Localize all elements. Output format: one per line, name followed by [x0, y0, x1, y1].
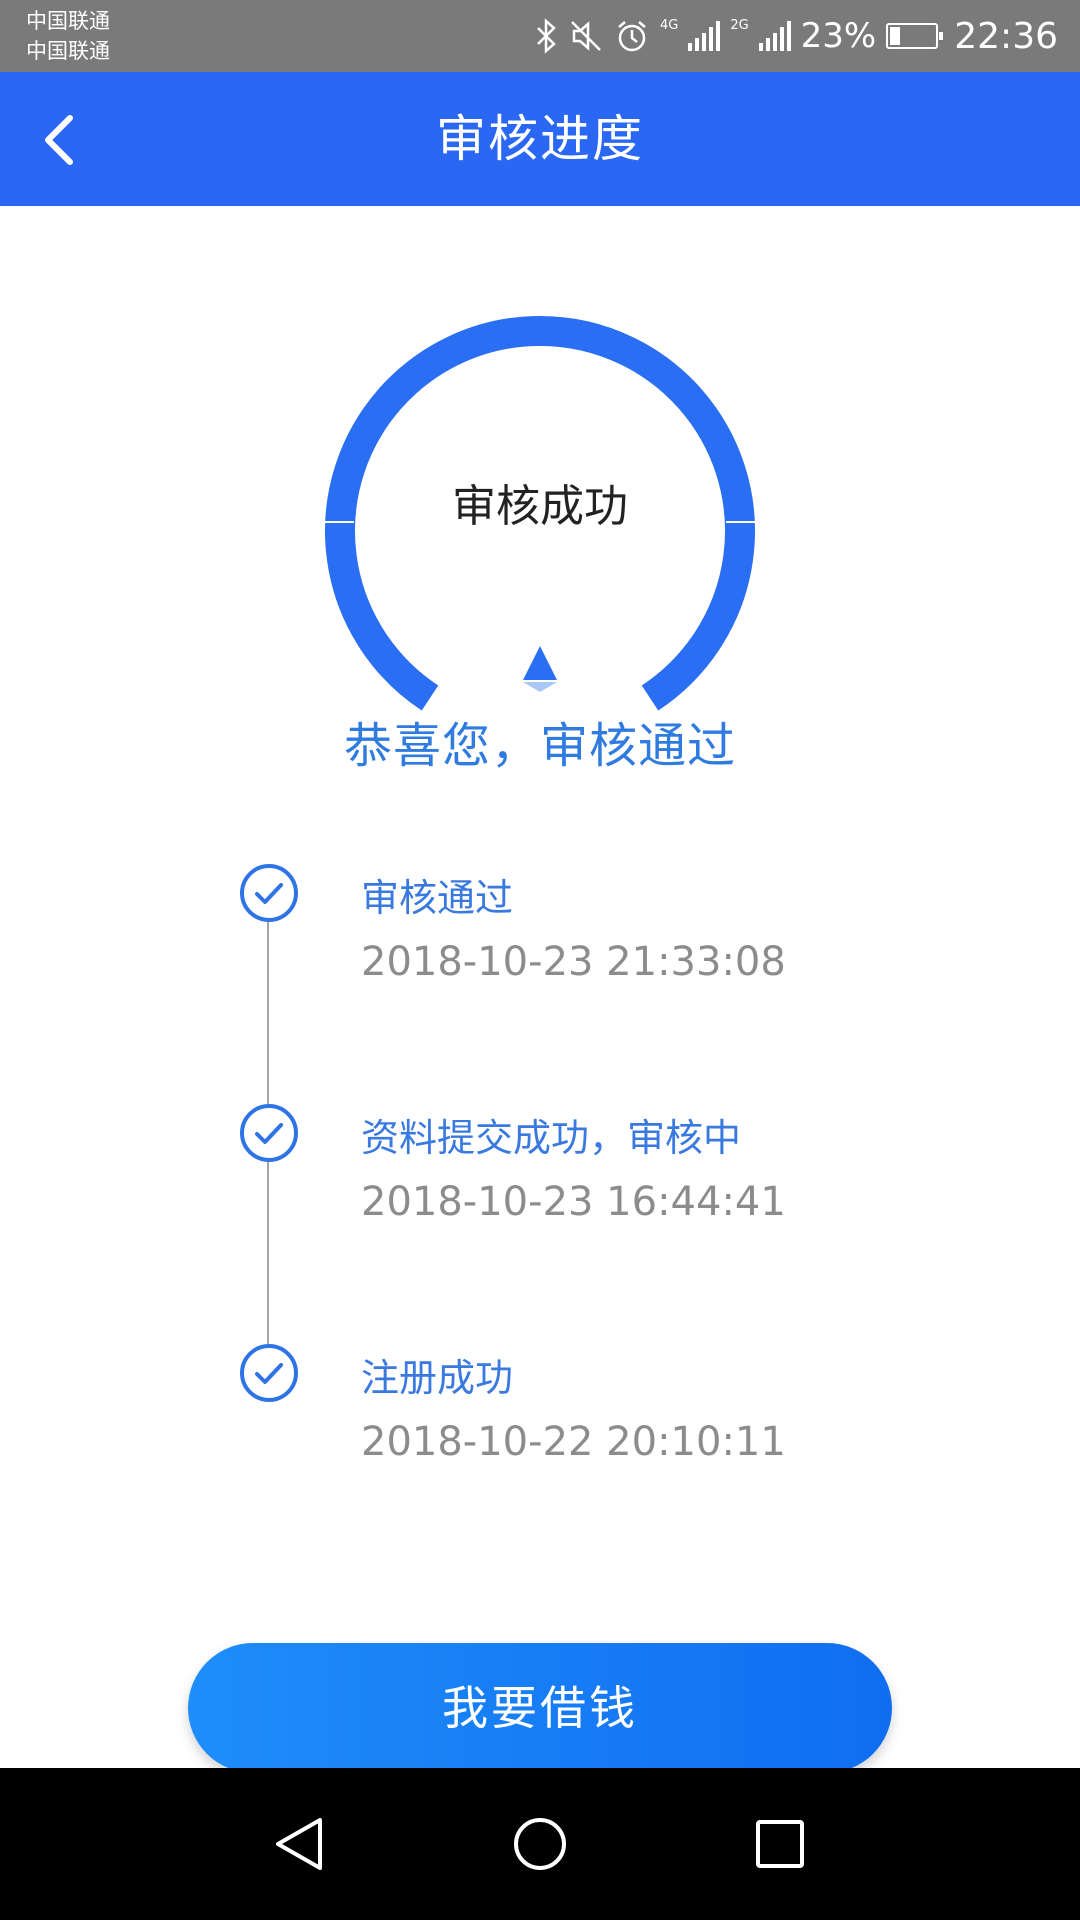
gauge-pointer-icon — [523, 646, 557, 680]
status-bar: 中国联通 中国联通 4G 2G 23% 22:36 — [0, 0, 1080, 72]
mute-icon — [571, 21, 601, 51]
timeline-item-title: 审核通过 — [361, 876, 514, 920]
success-message: 恭喜您，审核通过 — [343, 718, 736, 774]
timeline-connector — [267, 920, 269, 1354]
timeline-item-time: 2018-10-22 20:10:11 — [361, 1419, 786, 1465]
back-triangle-icon[interactable] — [260, 1804, 340, 1884]
app-header: 审核进度 — [0, 72, 1080, 206]
timeline-item-title: 资料提交成功，审核中 — [361, 1116, 742, 1160]
progress-timeline: 审核通过 2018-10-23 21:33:08 资料提交成功，审核中 2018… — [0, 0, 1080, 1920]
check-circle-icon — [240, 1344, 298, 1402]
battery-level-fill — [890, 27, 901, 45]
carrier-2-label: 中国联通 — [26, 39, 110, 63]
timeline-item-title: 注册成功 — [361, 1356, 514, 1400]
system-nav-bar — [0, 1768, 1080, 1920]
home-circle-icon[interactable] — [500, 1804, 580, 1884]
check-circle-icon — [240, 864, 298, 922]
gauge-pointer-shadow — [523, 682, 557, 692]
timeline-item-time: 2018-10-23 16:44:41 — [361, 1179, 786, 1225]
bluetooth-icon — [537, 18, 556, 54]
timeline-item: 审核通过 2018-10-23 21:33:08 — [0, 863, 1080, 1023]
borrow-button[interactable]: 我要借钱 — [188, 1643, 892, 1773]
signal-icon — [758, 21, 791, 51]
carrier-block: 中国联通 中国联通 — [26, 6, 110, 66]
carrier-1-label: 中国联通 — [26, 9, 110, 33]
battery-icon — [886, 23, 944, 49]
status-icons: 4G 2G 23% 22:36 — [534, 0, 1058, 72]
timeline-item: 资料提交成功，审核中 2018-10-23 16:44:41 — [0, 1103, 1080, 1263]
network-1-label: 4G — [659, 18, 679, 33]
timeline-item: 注册成功 2018-10-22 20:10:11 — [0, 1343, 1080, 1503]
timeline-item-time: 2018-10-23 21:33:08 — [361, 939, 786, 985]
network-2-label: 2G — [730, 18, 749, 33]
signal-icon — [688, 21, 721, 51]
clock: 22:36 — [954, 15, 1058, 57]
recents-square-icon[interactable] — [740, 1804, 820, 1884]
page-title: 审核进度 — [436, 110, 644, 168]
alarm-icon — [618, 21, 646, 52]
gauge-label: 审核成功 — [452, 481, 628, 532]
battery-percent: 23% — [800, 16, 877, 56]
check-circle-icon — [240, 1104, 298, 1162]
